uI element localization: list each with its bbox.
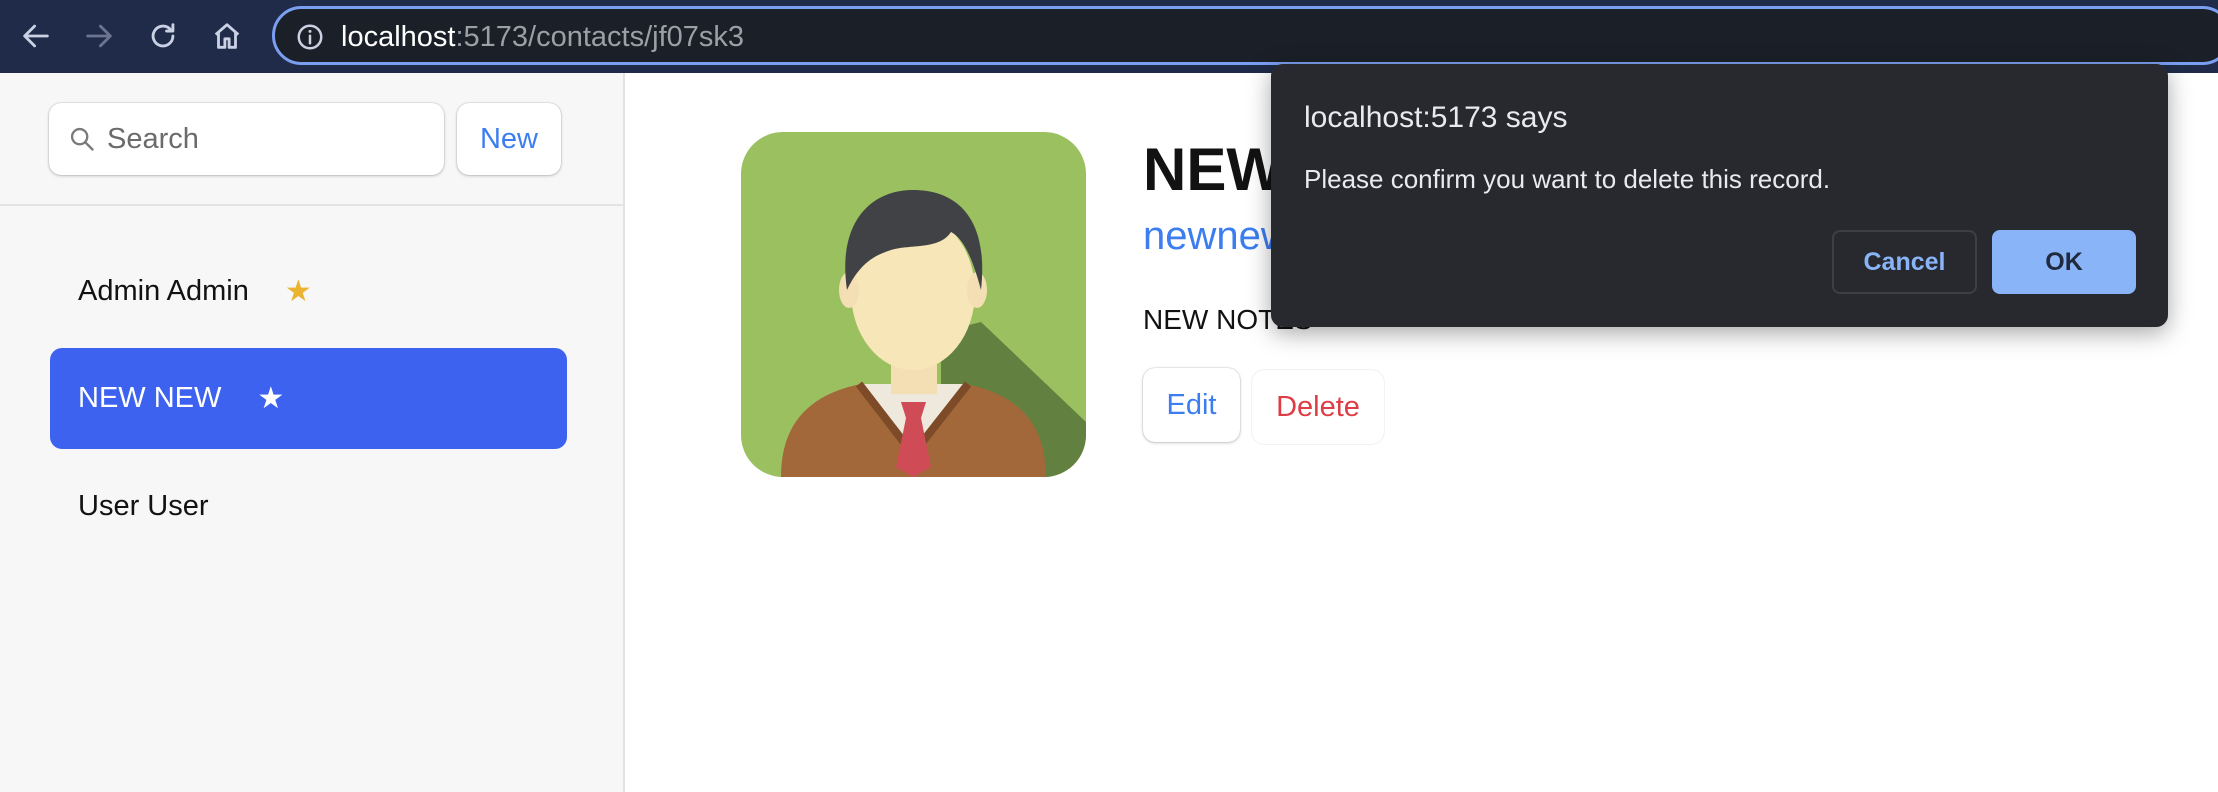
search-box[interactable] — [49, 103, 444, 175]
dialog-message: Please confirm you want to delete this r… — [1304, 164, 1831, 194]
contact-item-label: User User — [78, 490, 209, 522]
sidebar-item-new-new[interactable]: NEW NEW ★ — [50, 348, 567, 449]
search-input[interactable] — [107, 119, 427, 159]
dialog-title: localhost:5173 says — [1304, 101, 1568, 134]
sidebar-item-admin-admin[interactable]: Admin Admin ★ — [50, 241, 567, 342]
address-bar[interactable]: localhost:5173/contacts/jf07sk3 — [272, 6, 2218, 65]
reload-button[interactable] — [141, 14, 185, 58]
home-button[interactable] — [205, 14, 249, 58]
avatar-person-icon — [741, 132, 1086, 477]
forward-button[interactable] — [77, 14, 121, 58]
edit-button[interactable]: Edit — [1143, 368, 1240, 442]
url-host: localhost — [341, 21, 456, 53]
search-icon — [70, 127, 94, 151]
sidebar-item-user-user[interactable]: User User — [50, 456, 567, 557]
favorite-star-icon: ★ — [284, 275, 312, 308]
back-button[interactable] — [14, 14, 58, 58]
sidebar-divider — [0, 204, 625, 206]
dialog-ok-button[interactable]: OK — [1992, 230, 2136, 294]
delete-button[interactable]: Delete — [1252, 370, 1384, 444]
url-text[interactable]: localhost:5173/contacts/jf07sk3 — [341, 21, 744, 54]
info-icon[interactable] — [295, 22, 325, 52]
contact-avatar — [741, 132, 1086, 477]
confirm-dialog: localhost:5173 says Please confirm you w… — [1271, 64, 2168, 327]
forward-arrow-icon — [86, 24, 112, 48]
back-arrow-icon — [23, 24, 49, 48]
reload-icon — [151, 23, 175, 48]
sidebar: New Admin Admin ★ NEW NEW ★ User User — [0, 73, 625, 792]
home-icon — [214, 23, 240, 49]
dialog-cancel-button[interactable]: Cancel — [1832, 230, 1977, 294]
contact-item-label: Admin Admin — [78, 275, 249, 307]
new-contact-button[interactable]: New — [457, 103, 561, 175]
contact-item-label: NEW NEW — [78, 382, 222, 414]
contact-twitter-link[interactable]: newnew — [1143, 214, 1290, 259]
favorite-star-icon: ★ — [257, 382, 285, 415]
url-path: :5173/contacts/jf07sk3 — [455, 21, 745, 53]
browser-toolbar: localhost:5173/contacts/jf07sk3 — [0, 0, 2218, 73]
